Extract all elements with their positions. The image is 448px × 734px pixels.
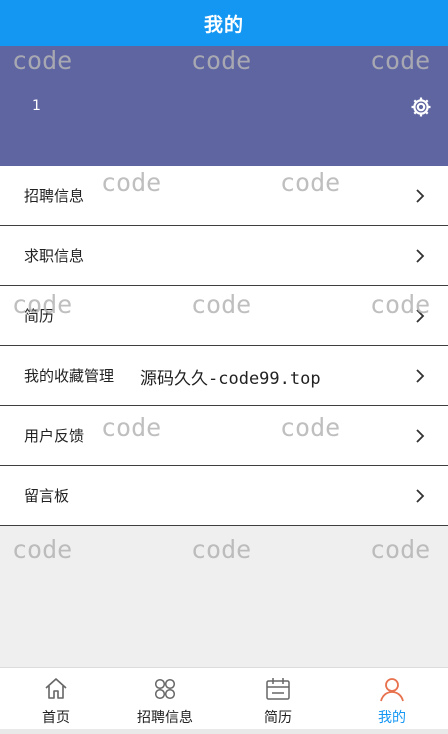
tab-mine[interactable]: 我的 — [336, 668, 448, 730]
username: 1 — [32, 98, 41, 114]
chevron-right-icon — [416, 189, 425, 203]
tab-label: 我的 — [378, 710, 406, 726]
tab-resume[interactable]: 简历 — [222, 668, 334, 730]
menu-item-resume[interactable]: 简历 — [0, 286, 448, 346]
menu-item-label: 我的收藏管理 — [24, 367, 115, 385]
chevron-right-icon — [416, 429, 425, 443]
watermark: code — [12, 535, 73, 564]
menu-item-feedback[interactable]: 用户反馈 — [0, 406, 448, 466]
chevron-right-icon — [416, 249, 425, 263]
calendar-icon — [266, 678, 290, 700]
tab-label: 招聘信息 — [137, 710, 193, 726]
watermark: code — [370, 535, 431, 564]
user-icon — [380, 678, 404, 702]
chevron-right-icon — [416, 489, 425, 503]
home-icon — [45, 678, 67, 699]
profile-header: 1 — [0, 46, 448, 166]
menu-item-message-board[interactable]: 留言板 — [0, 466, 448, 526]
watermark-site: 源码久久-code99.top — [140, 369, 321, 389]
tab-bar: 首页 招聘信息 简历 我的 — [0, 667, 448, 734]
menu-item-label: 留言板 — [24, 487, 70, 505]
tab-label: 首页 — [42, 710, 70, 726]
menu-item-label: 简历 — [24, 307, 55, 325]
menu-item-label: 求职信息 — [24, 247, 85, 265]
watermark: code — [191, 535, 252, 564]
chevron-right-icon — [416, 369, 425, 383]
tab-label: 简历 — [264, 710, 292, 726]
menu-item-recruitment[interactable]: 招聘信息 — [0, 166, 448, 226]
menu-item-job-seeking[interactable]: 求职信息 — [0, 226, 448, 286]
gear-icon[interactable] — [409, 95, 433, 119]
menu-item-label: 招聘信息 — [24, 187, 85, 205]
page-title: 我的 — [0, 0, 448, 46]
chevron-right-icon — [416, 309, 425, 323]
grid-icon — [154, 678, 176, 700]
bottom-edge — [0, 729, 448, 734]
tab-home[interactable]: 首页 — [0, 668, 112, 730]
tab-recruitment[interactable]: 招聘信息 — [109, 668, 221, 730]
menu-item-label: 用户反馈 — [24, 427, 85, 445]
menu-list: 招聘信息 求职信息 简历 我的收藏管理 用户反馈 留言板 — [0, 166, 448, 526]
